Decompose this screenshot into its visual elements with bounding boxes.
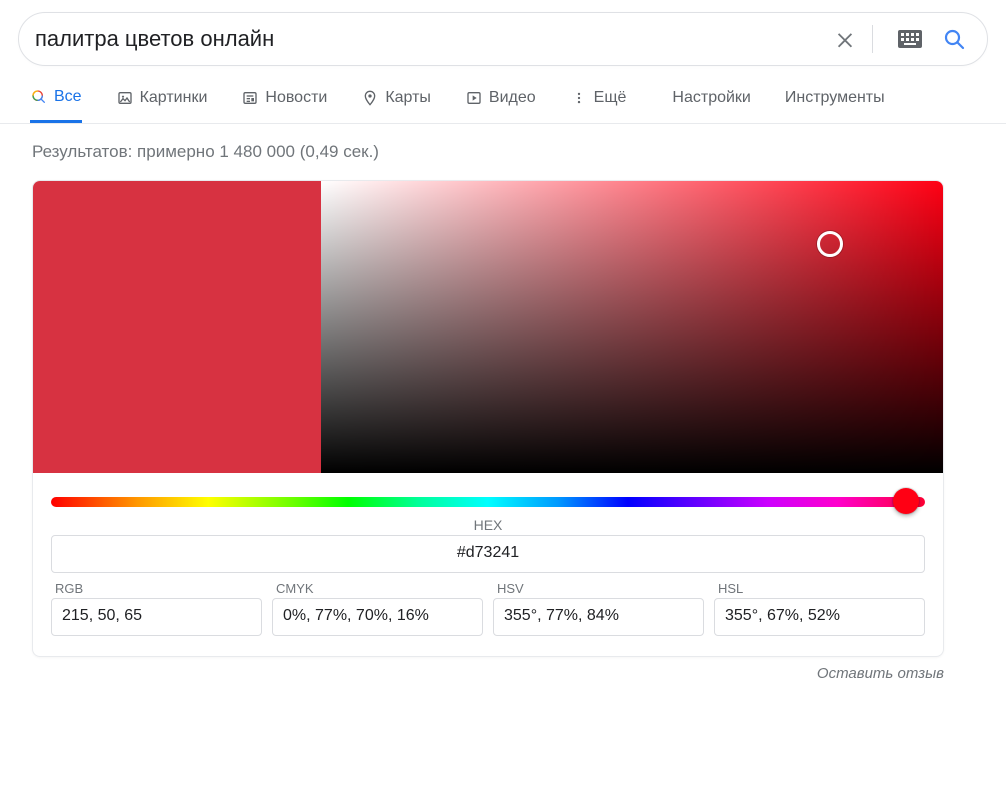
separator: [872, 25, 873, 53]
tab-more[interactable]: Ещё: [570, 89, 627, 121]
clear-icon[interactable]: [828, 22, 862, 56]
tab-news[interactable]: Новости: [241, 89, 327, 121]
search-color-icon: [30, 88, 48, 106]
search-icon[interactable]: [937, 22, 971, 56]
tab-tools[interactable]: Инструменты: [785, 89, 885, 121]
rgb-label: RGB: [51, 581, 262, 598]
hsl-label: HSL: [714, 581, 925, 598]
color-swatch: [33, 181, 321, 473]
keyboard-icon[interactable]: [893, 22, 927, 56]
color-picker-card: HEX #d73241 RGB 215, 50, 65 CMYK 0%, 77%…: [32, 180, 944, 657]
picker-top: [33, 181, 943, 473]
tab-images[interactable]: Картинки: [116, 89, 208, 121]
tab-label: Ещё: [594, 89, 627, 107]
play-icon: [465, 89, 483, 107]
news-icon: [241, 89, 259, 107]
cmyk-label: CMYK: [272, 581, 483, 598]
tab-label: Карты: [385, 89, 431, 107]
pin-icon: [361, 89, 379, 107]
hue-handle[interactable]: [893, 488, 919, 514]
hex-label: HEX: [51, 517, 925, 533]
search-bar: [18, 12, 988, 66]
tab-label: Картинки: [140, 89, 208, 107]
saturation-value-area[interactable]: [321, 181, 943, 473]
hsl-value[interactable]: 355°, 67%, 52%: [714, 598, 925, 636]
feedback-link[interactable]: Оставить отзыв: [32, 665, 944, 682]
tab-label: Все: [54, 88, 82, 106]
result-stats: Результатов: примерно 1 480 000 (0,49 се…: [0, 124, 1006, 180]
tab-label: Новости: [265, 89, 327, 107]
tab-maps[interactable]: Карты: [361, 89, 431, 121]
hsv-value[interactable]: 355°, 77%, 84%: [493, 598, 704, 636]
tab-settings[interactable]: Настройки: [672, 89, 750, 121]
tab-label: Видео: [489, 89, 536, 107]
hsv-label: HSV: [493, 581, 704, 598]
rgb-value[interactable]: 215, 50, 65: [51, 598, 262, 636]
sv-handle[interactable]: [817, 231, 843, 257]
hue-row: [33, 473, 943, 517]
search-input[interactable]: [35, 26, 818, 52]
tab-video[interactable]: Видео: [465, 89, 536, 121]
cmyk-value[interactable]: 0%, 77%, 70%, 16%: [272, 598, 483, 636]
hue-slider[interactable]: [51, 497, 925, 507]
hex-value[interactable]: #d73241: [51, 535, 925, 573]
tabs-row: Все Картинки Новости Карты Видео Ещё Нас…: [0, 66, 1006, 124]
tab-all[interactable]: Все: [30, 88, 82, 123]
image-icon: [116, 89, 134, 107]
more-icon: [570, 89, 588, 107]
